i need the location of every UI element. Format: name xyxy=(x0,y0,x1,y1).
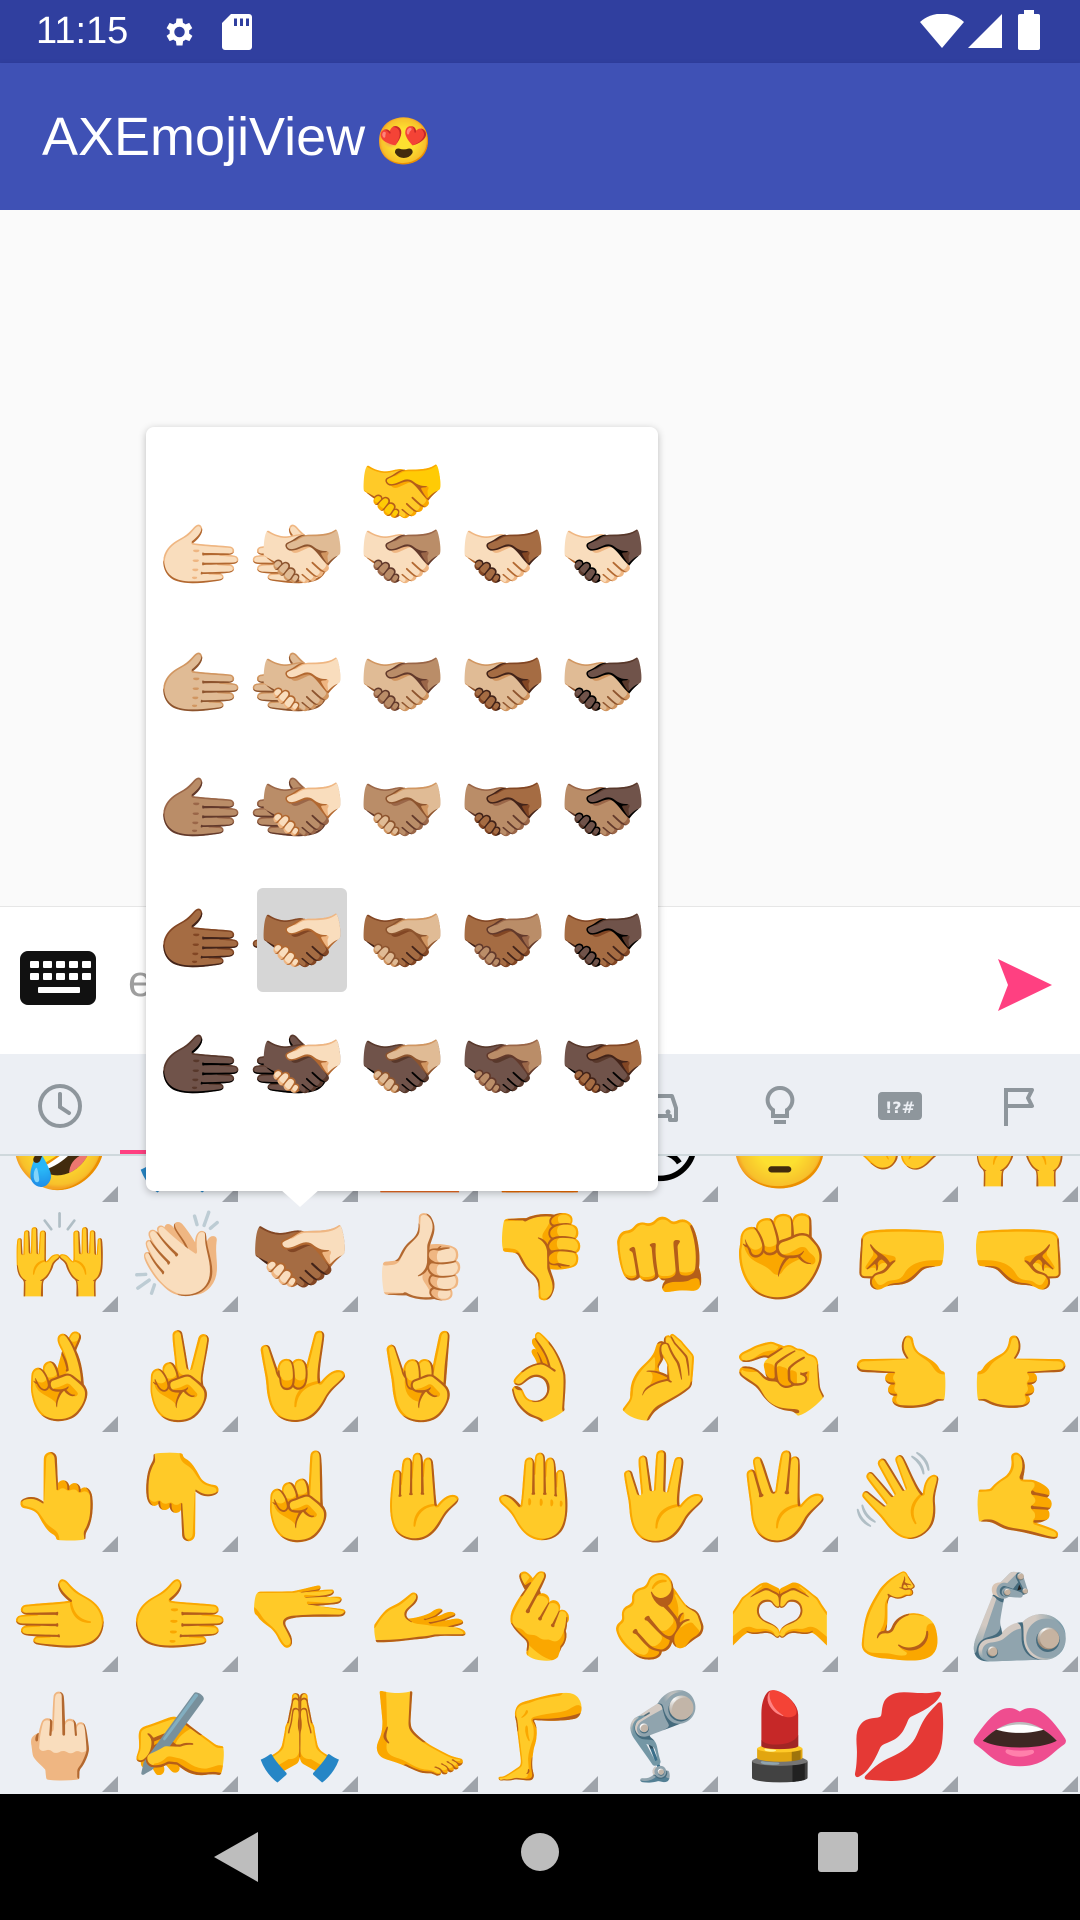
popup-variant[interactable]: 🫱🏽‍🫲🏼 xyxy=(357,757,447,861)
navigation-bar xyxy=(0,1794,1080,1920)
skin-tone-indicator xyxy=(702,1656,718,1672)
keyboard-toggle-icon[interactable] xyxy=(20,951,96,1005)
app-title: AXEmojiView 😍 xyxy=(42,107,432,171)
skin-tone-indicator xyxy=(342,1536,358,1552)
skin-tone-indicator xyxy=(822,1536,838,1552)
skin-tone-indicator xyxy=(222,1416,238,1432)
recents-icon[interactable] xyxy=(818,1832,858,1872)
popup-variant[interactable]: 🫱🏻‍🫲🏻 xyxy=(156,504,335,608)
popup-variant[interactable]: 🫱🏼‍🫲🏼 xyxy=(156,632,335,736)
skin-tone-indicator xyxy=(102,1416,118,1432)
skin-tone-indicator xyxy=(1062,1656,1078,1672)
skin-tone-indicator xyxy=(822,1776,838,1792)
popup-variant[interactable]: 🫱🏽‍🫲🏿 xyxy=(558,757,648,861)
skin-tone-indicator xyxy=(942,1536,958,1552)
popup-arrow xyxy=(280,1189,320,1207)
popup-variant[interactable]: 🫱🏿‍🫲🏻 xyxy=(257,1014,347,1118)
skin-tone-indicator xyxy=(342,1296,358,1312)
flag-icon xyxy=(1004,1088,1034,1126)
popup-variant[interactable]: 🫱🏽‍🫲🏽 xyxy=(156,757,335,861)
skin-tone-indicator xyxy=(462,1416,478,1432)
skin-tone-indicator xyxy=(582,1296,598,1312)
skin-tone-indicator xyxy=(342,1416,358,1432)
skin-tone-indicator xyxy=(822,1656,838,1672)
symbols-icon: !?# xyxy=(878,1092,922,1120)
status-bar: 11:15 xyxy=(0,0,1080,63)
skin-tone-indicator xyxy=(942,1416,958,1432)
skin-tone-indicator xyxy=(102,1536,118,1552)
skin-tone-indicator xyxy=(102,1296,118,1312)
popup-variant[interactable]: 🫱🏿‍🫲🏼 xyxy=(357,1014,447,1118)
skin-tone-indicator xyxy=(102,1656,118,1672)
skin-tone-indicator xyxy=(702,1776,718,1792)
clock-icon xyxy=(38,1084,82,1128)
popup-variant[interactable]: 🫱🏿‍🫲🏽 xyxy=(458,1014,548,1118)
skin-tone-indicator xyxy=(102,1776,118,1792)
skin-tone-indicator xyxy=(462,1296,478,1312)
popup-variant[interactable]: 🫱🏻‍🫲🏿 xyxy=(558,504,648,608)
tab-objects[interactable] xyxy=(720,1054,840,1154)
skin-tone-indicator xyxy=(222,1296,238,1312)
skin-tone-indicator xyxy=(582,1416,598,1432)
skin-tone-indicator xyxy=(462,1536,478,1552)
back-icon[interactable] xyxy=(214,1832,258,1882)
skin-tone-indicator xyxy=(702,1296,718,1312)
skin-tone-indicator xyxy=(462,1776,478,1792)
tab-recent[interactable] xyxy=(0,1054,120,1154)
skin-tone-indicator xyxy=(702,1416,718,1432)
skin-tone-indicator xyxy=(822,1416,838,1432)
skin-tone-indicator xyxy=(942,1296,958,1312)
heart-eyes-emoji-icon: 😍 xyxy=(375,114,433,167)
skin-tone-indicator xyxy=(342,1776,358,1792)
app-bar: AXEmojiView 😍 xyxy=(0,63,1080,210)
skin-tone-indicator xyxy=(582,1536,598,1552)
skin-tone-indicator xyxy=(1062,1416,1078,1432)
popup-variant[interactable]: 🫱🏿‍🫲🏾 xyxy=(558,1014,648,1118)
tab-symbols[interactable]: !?# xyxy=(840,1054,960,1154)
popup-variant[interactable]: 🫱🏼‍🫲🏽 xyxy=(357,632,447,736)
skin-tone-indicator xyxy=(1062,1536,1078,1552)
popup-variant[interactable]: 🫱🏼‍🫲🏿 xyxy=(558,632,648,736)
skin-tone-indicator xyxy=(222,1776,238,1792)
skin-tone-indicator xyxy=(702,1536,718,1552)
popup-variant[interactable]: 🫱🏿‍🫲🏿 xyxy=(156,1014,335,1118)
popup-variant[interactable]: 🫱🏾‍🫲🏾 xyxy=(156,888,335,992)
popup-variant[interactable]: 🫱🏽‍🫲🏻 xyxy=(257,757,347,861)
signal-icon xyxy=(968,14,1002,48)
skin-tone-indicator xyxy=(942,1656,958,1672)
skin-tone-indicator xyxy=(222,1656,238,1672)
battery-icon xyxy=(1018,10,1040,50)
wifi-icon xyxy=(920,14,964,48)
popup-variant[interactable]: 🫱🏻‍🫲🏽 xyxy=(357,504,447,608)
skin-tone-indicator xyxy=(462,1656,478,1672)
skin-tone-indicator xyxy=(342,1656,358,1672)
skin-tone-indicator xyxy=(942,1776,958,1792)
svg-text:!?#: !?# xyxy=(885,1098,915,1117)
send-icon[interactable] xyxy=(998,959,1052,1011)
sd-card-icon xyxy=(222,14,252,50)
popup-variant[interactable]: 🫱🏼‍🫲🏾 xyxy=(458,632,548,736)
status-time: 11:15 xyxy=(36,10,129,52)
skin-tone-indicator xyxy=(582,1656,598,1672)
skin-tone-indicator xyxy=(1062,1776,1078,1792)
settings-icon xyxy=(166,18,193,46)
home-icon[interactable] xyxy=(520,1832,560,1872)
popup-variant[interactable]: 🫱🏾‍🫲🏿 xyxy=(558,888,648,992)
tab-flags[interactable] xyxy=(960,1054,1080,1154)
popup-variant[interactable]: 🫱🏼‍🫲🏻 xyxy=(257,632,347,736)
emoji-grid: 🤣🙏🤲🙋🙆😣🙄👐🙌🙌👏🏻🫱🏾‍🫲🏻👍🏻👎👊✊🤛🤜🤞✌️🤟🤘👌🤌🤏👈👉👆👇☝️✋🤚… xyxy=(0,1156,1080,1794)
popup-variant[interactable]: 🫱🏾‍🫲🏽 xyxy=(458,888,548,992)
app-title-text: AXEmojiView xyxy=(42,107,366,167)
popup-variant-selected[interactable]: 🫱🏾‍🫲🏻 xyxy=(257,888,347,992)
popup-variant[interactable]: 🫱🏽‍🫲🏾 xyxy=(458,757,548,861)
skin-tone-indicator xyxy=(582,1776,598,1792)
skin-tone-indicator xyxy=(222,1536,238,1552)
popup-variant[interactable]: 🫱🏻‍🫲🏼 xyxy=(257,504,347,608)
popup-variant[interactable]: 🫱🏾‍🫲🏼 xyxy=(357,888,447,992)
skin-tone-popup: 🤝 🫱🏻‍🫲🏻 🫱🏻‍🫲🏼 🫱🏻‍🫲🏽 🫱🏻‍🫲🏾 🫱🏻‍🫲🏿 🫱🏼‍🫲🏼 🫱🏼‍🫲🏻 🫱🏼‍… xyxy=(146,427,658,1191)
skin-tone-indicator xyxy=(822,1296,838,1312)
popup-variant[interactable]: 🫱🏻‍🫲🏾 xyxy=(458,504,548,608)
lightbulb-icon xyxy=(765,1085,795,1124)
skin-tone-indicator xyxy=(1062,1296,1078,1312)
